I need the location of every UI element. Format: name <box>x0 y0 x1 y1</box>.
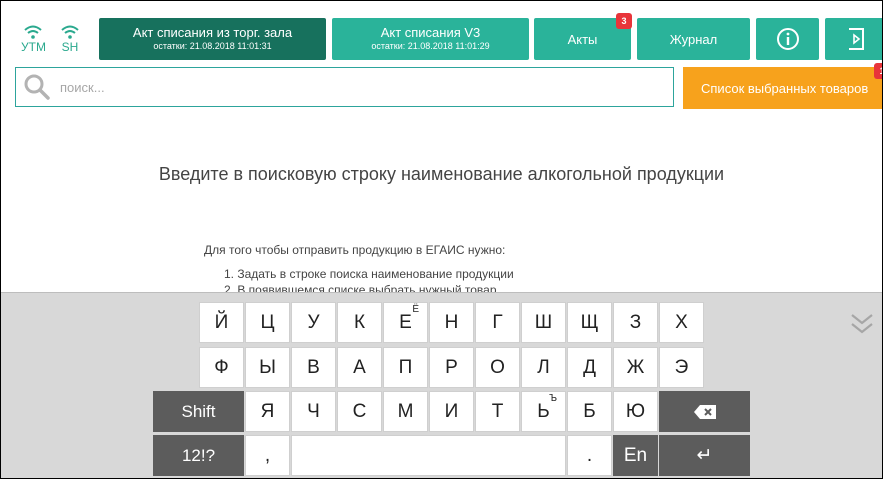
key[interactable]: Д <box>567 347 612 388</box>
key[interactable]: Ы <box>245 347 290 388</box>
backspace-icon <box>693 404 716 419</box>
key[interactable]: Г <box>475 302 520 343</box>
instruction-step: 1. Задать в строке поиска наименование п… <box>224 267 514 281</box>
enter-key[interactable]: ↵ <box>659 435 750 476</box>
utm-status: УТМ <box>21 25 46 53</box>
info-button[interactable] <box>756 18 819 60</box>
comma-key[interactable]: , <box>245 435 290 476</box>
language-key[interactable]: En <box>613 435 658 476</box>
numbers-key[interactable]: 12!? <box>153 435 244 476</box>
key[interactable]: Ц <box>245 302 290 343</box>
key[interactable]: Ш <box>521 302 566 343</box>
key[interactable]: Ф <box>199 347 244 388</box>
selected-goods-label: Список выбранных товаров <box>701 80 869 96</box>
exit-button[interactable] <box>825 18 882 60</box>
sh-label: SH <box>61 40 79 54</box>
journal-label: Журнал <box>669 31 718 47</box>
act-hall-subtitle: остатки: 21.08.2018 11:01:31 <box>153 41 272 51</box>
key[interactable]: А <box>337 347 382 388</box>
key-e[interactable]: Е Ё <box>383 302 428 343</box>
key[interactable]: З <box>613 302 658 343</box>
instructions: Для того чтобы отправить продукцию в ЕГА… <box>204 242 514 298</box>
act-v3-title: Акт списания V3 <box>380 25 481 40</box>
key[interactable]: Б <box>567 391 612 432</box>
key[interactable]: К <box>337 302 382 343</box>
instructions-intro: Для того чтобы отправить продукцию в ЕГА… <box>204 243 506 257</box>
key[interactable]: Ю <box>613 391 658 432</box>
wifi-icon <box>24 25 43 39</box>
key[interactable]: Я <box>245 391 290 432</box>
key-soft-sign[interactable]: Ь Ъ <box>521 391 566 432</box>
act-v3-button[interactable]: Акт списания V3 остатки: 21.08.2018 11:0… <box>332 18 529 60</box>
onscreen-keyboard: Й Ц У К Е Ё Н Г Ш Щ З Х Ф Ы В А П Р О Л … <box>1 292 882 478</box>
act-hall-title: Акт списания из торг. зала <box>132 25 293 40</box>
search-icon <box>24 74 50 100</box>
key-alt-label: Ъ <box>549 393 557 404</box>
key[interactable]: Н <box>429 302 474 343</box>
exit-icon <box>849 28 864 50</box>
app-frame: УТМ SH Акт списания из торг. зала остатк… <box>0 0 883 479</box>
acts-badge: 3 <box>616 13 632 29</box>
key[interactable]: Р <box>429 347 474 388</box>
key[interactable]: Ч <box>291 391 336 432</box>
backspace-key[interactable] <box>659 391 750 432</box>
key[interactable]: Х <box>659 302 704 343</box>
page-heading: Введите в поисковую строку наименование … <box>158 164 725 184</box>
key-label: Ь <box>537 400 550 422</box>
key[interactable]: П <box>383 347 428 388</box>
key-alt-label: Ё <box>412 304 419 315</box>
key[interactable]: Щ <box>567 302 612 343</box>
wifi-icon <box>61 25 79 39</box>
hide-keyboard-button[interactable] <box>850 313 874 340</box>
space-key[interactable] <box>291 435 566 476</box>
act-v3-subtitle: остатки: 21.08.2018 11:01:29 <box>371 41 490 51</box>
search-box[interactable] <box>15 67 674 107</box>
key[interactable]: О <box>475 347 520 388</box>
key[interactable]: Т <box>475 391 520 432</box>
period-key[interactable]: . <box>567 435 612 476</box>
selected-goods-badge: 1 <box>874 63 882 79</box>
acts-label: Акты <box>567 31 598 47</box>
key[interactable]: М <box>383 391 428 432</box>
chevron-double-down-icon <box>851 314 873 334</box>
key[interactable]: Ж <box>613 347 658 388</box>
selected-goods-button[interactable]: Список выбранных товаров <box>683 67 882 109</box>
key[interactable]: У <box>291 302 336 343</box>
journal-button[interactable]: Журнал <box>637 18 750 60</box>
info-icon <box>776 28 799 50</box>
key[interactable]: В <box>291 347 336 388</box>
key[interactable]: Й <box>199 302 244 343</box>
sh-status: SH <box>60 25 80 53</box>
key[interactable]: С <box>337 391 382 432</box>
key[interactable]: Л <box>521 347 566 388</box>
key[interactable]: Э <box>659 347 704 388</box>
key[interactable]: И <box>429 391 474 432</box>
utm-label: УТМ <box>21 40 46 54</box>
search-input[interactable] <box>58 78 622 96</box>
act-hall-button[interactable]: Акт списания из торг. зала остатки: 21.0… <box>99 18 326 60</box>
shift-key[interactable]: Shift <box>153 391 244 432</box>
key-label: Е <box>399 311 412 333</box>
